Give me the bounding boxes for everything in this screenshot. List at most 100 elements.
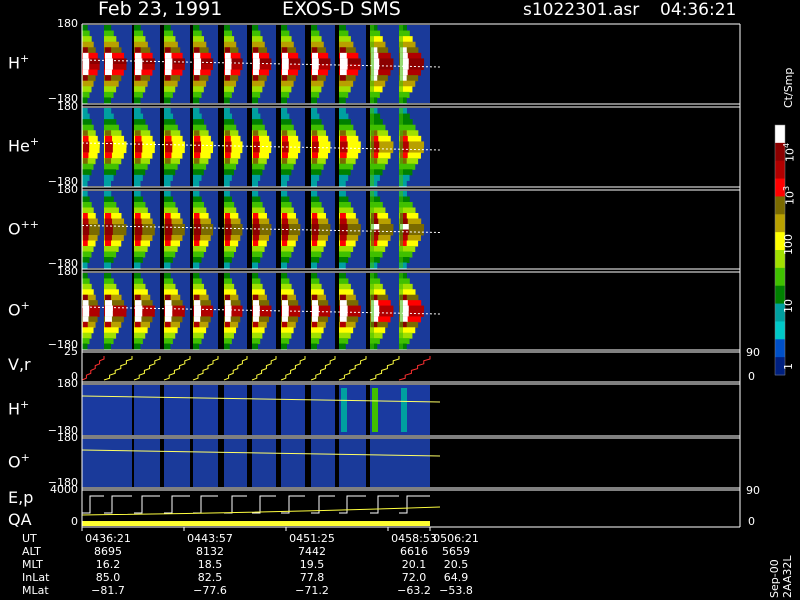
heat-cell: [339, 246, 354, 252]
heat-core: [225, 75, 230, 82]
heat-cell: [164, 251, 176, 258]
heat-core: [225, 158, 230, 165]
green-edge: [399, 25, 403, 103]
heat-core: [194, 229, 201, 236]
heat-core: [135, 300, 142, 307]
heat-cell: [164, 80, 178, 87]
heat-cell: [82, 343, 88, 350]
heat-cell: [252, 207, 265, 214]
heat-core: [225, 58, 232, 65]
heat-core: [225, 218, 231, 225]
heat-core: [194, 47, 200, 54]
heat-cell: [104, 273, 112, 279]
heat-cell: [134, 25, 141, 32]
heat-cell: [82, 30, 90, 37]
heat-core: [135, 52, 142, 59]
heat-cell: [252, 86, 263, 93]
heat-core: [225, 235, 231, 241]
heat-cell: [134, 273, 141, 279]
colorbar-tick-100: 100: [782, 234, 795, 255]
heat-cell: [224, 273, 230, 279]
heat-cell: [193, 86, 204, 93]
heat-core: [194, 152, 201, 159]
heat-cell: [339, 174, 349, 181]
lower-band: [164, 385, 190, 435]
heat-core: [340, 235, 347, 241]
heat-core: [282, 135, 289, 142]
heat-cell: [281, 273, 288, 279]
heat-cell: [252, 246, 265, 252]
heat-cell: [82, 196, 90, 203]
heat-core: [165, 152, 172, 159]
heat-core: [165, 47, 171, 54]
heat-cell: [104, 113, 114, 120]
heat-cell: [252, 41, 265, 48]
green-edge: [370, 25, 374, 103]
heat-core: [282, 321, 288, 328]
heat-core: [225, 52, 231, 59]
heat-cell: [134, 163, 148, 170]
ytick-max-3: 180: [57, 265, 78, 278]
heat-cell: [224, 332, 234, 339]
footer-cell: 82.5: [197, 571, 223, 584]
heat-cell: [164, 97, 171, 104]
heat-core: [340, 294, 346, 301]
heat-cell: [134, 202, 146, 208]
heat-cell: [164, 257, 173, 263]
heat-cell: [339, 283, 351, 290]
heat-cell: [252, 278, 261, 285]
heat-core: [312, 294, 318, 301]
lower-band: [104, 385, 132, 435]
heat-cell: [193, 283, 205, 290]
lower-band: [281, 385, 305, 435]
heat-core: [105, 158, 112, 165]
heat-cell: [82, 332, 92, 339]
heat-cell: [339, 169, 351, 176]
heat-cell: [134, 332, 146, 339]
heat-cell: [339, 202, 351, 208]
heat-core: [340, 69, 347, 76]
heat-core: [83, 305, 90, 312]
heat-core: [225, 47, 231, 54]
heat-cell: [339, 289, 354, 296]
lower-band: [224, 439, 247, 487]
heat-cell: [193, 91, 202, 98]
header-file: s1022301.asr: [523, 0, 640, 20]
heat-cell: [164, 41, 178, 48]
heat-core: [83, 147, 90, 154]
heat-cell: [311, 246, 324, 252]
heat-cell: [224, 91, 232, 98]
lower-band: [134, 385, 160, 435]
heat-cell: [281, 36, 292, 43]
heat-cell: [224, 246, 237, 252]
heat-core: [194, 147, 201, 154]
heat-cell: [281, 338, 290, 345]
heat-cell: [281, 174, 290, 181]
heat-cell: [252, 289, 265, 296]
heat-core: [83, 218, 89, 225]
heat-core: [83, 47, 88, 54]
heat-cell: [193, 97, 200, 104]
heat-cell: [339, 86, 351, 93]
heat-core: [83, 300, 89, 307]
heat-cell: [224, 86, 234, 93]
heat-core: [165, 69, 172, 76]
heat-cell: [82, 113, 90, 120]
heat-core: [312, 141, 319, 148]
heat-core: [105, 229, 113, 236]
heat-core: [253, 311, 260, 317]
green-edge: [399, 273, 403, 349]
heat-cell: [104, 169, 117, 176]
heat-core: [282, 75, 288, 82]
heat-core: [105, 147, 113, 154]
heat-core: [105, 152, 112, 159]
ytick-max-0: 180: [57, 17, 78, 30]
heat-cell: [134, 97, 141, 104]
colorbar-swatch: [775, 339, 785, 358]
heat-core: [282, 316, 288, 323]
heat-cell: [134, 174, 143, 181]
heat-cell: [164, 343, 171, 350]
heat-core: [340, 75, 346, 82]
heat-cell: [311, 97, 317, 104]
footer-cell: 18.5: [197, 558, 223, 571]
